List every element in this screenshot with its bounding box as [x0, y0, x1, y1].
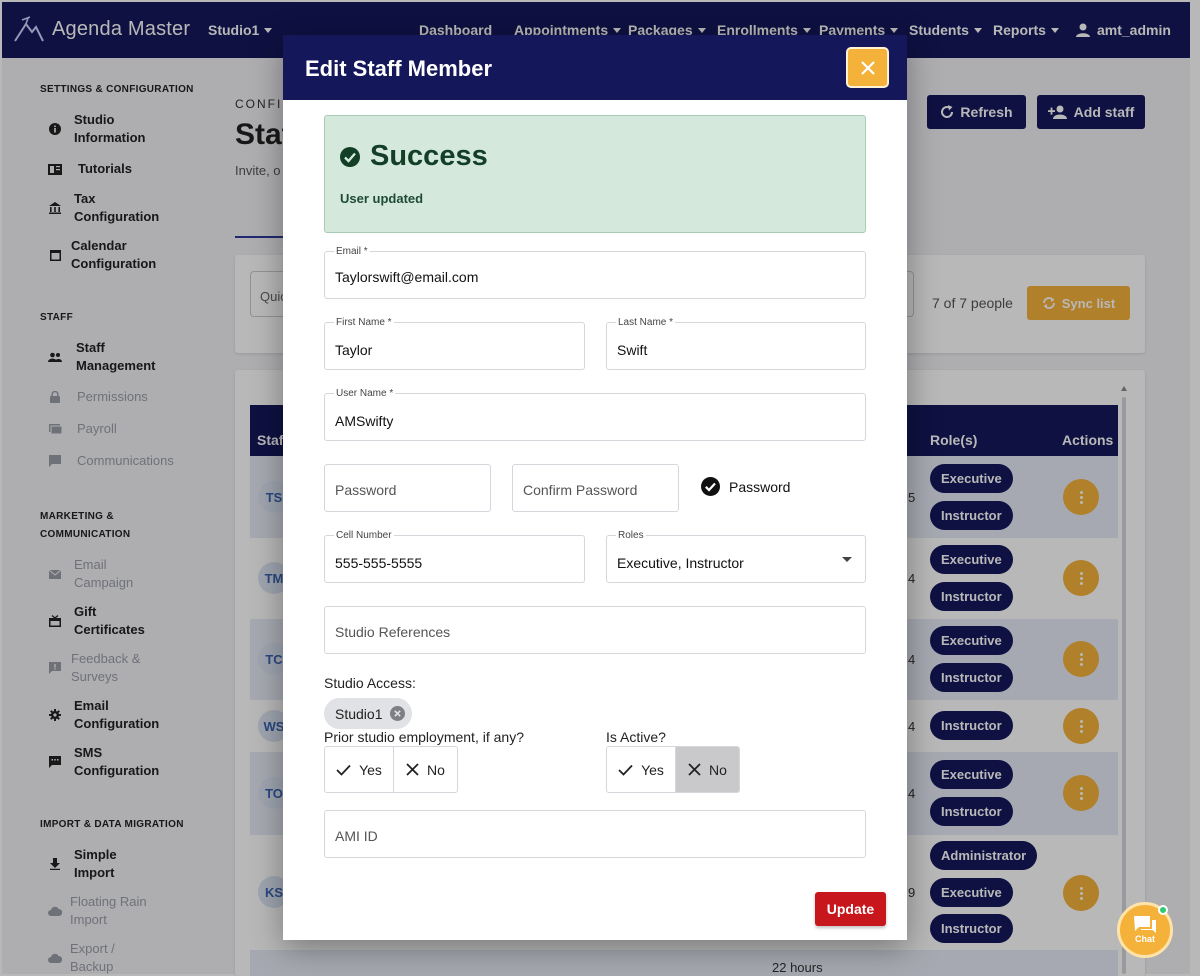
- success-alert: Success User updated: [324, 115, 866, 233]
- modal-title: Edit Staff Member: [305, 56, 493, 81]
- confirm-password-placeholder: Confirm Password: [523, 482, 638, 498]
- studio-references-field[interactable]: Studio References: [324, 606, 866, 654]
- remove-chip-icon[interactable]: [390, 706, 406, 721]
- yes-label: Yes: [641, 761, 664, 778]
- check-icon: [618, 764, 633, 776]
- ami-id-placeholder: AMI ID: [335, 828, 378, 844]
- chevron-down-icon: [842, 557, 852, 562]
- username-field-value: AMSwifty: [335, 413, 394, 429]
- confirm-password-field[interactable]: Confirm Password: [512, 464, 679, 512]
- yes-label: Yes: [359, 761, 382, 778]
- edit-staff-modal: Edit Staff Member Success User updated E…: [283, 35, 907, 940]
- username-field-label: User Name *: [334, 388, 396, 400]
- online-status-dot: [1158, 905, 1168, 915]
- email-field-label: Email *: [334, 246, 370, 258]
- is-active-label: Is Active?: [606, 729, 666, 745]
- cell-number-field[interactable]: Cell Number 555-555-5555: [324, 530, 585, 583]
- show-password-toggle[interactable]: Password: [701, 477, 790, 496]
- studio-access-chip-label: Studio1: [335, 705, 383, 722]
- update-button-label: Update: [826, 901, 875, 917]
- check-circle-icon: [701, 477, 720, 496]
- alert-message: User updated: [340, 191, 424, 206]
- check-circle-icon: [340, 146, 360, 167]
- studio-access-chip: Studio1: [324, 698, 413, 729]
- cell-number-field-label: Cell Number: [334, 530, 394, 542]
- show-password-label: Password: [729, 478, 791, 495]
- roles-select-value: Executive, Instructor: [617, 555, 744, 571]
- is-active-toggle: Yes No: [606, 746, 740, 793]
- studio-access-label: Studio Access:: [324, 675, 416, 691]
- alert-title-text: Success: [370, 140, 488, 172]
- prior-employment-toggle: Yes No: [324, 746, 458, 793]
- roles-select-label: Roles: [616, 530, 646, 542]
- check-icon: [336, 764, 351, 776]
- modal-header: Edit Staff Member: [283, 35, 907, 100]
- roles-select[interactable]: Roles Executive, Instructor: [606, 530, 866, 583]
- no-label: No: [709, 761, 727, 778]
- alert-title: Success: [340, 140, 488, 173]
- prior-employment-label: Prior studio employment, if any?: [324, 729, 524, 745]
- studio-references-placeholder: Studio References: [335, 624, 451, 640]
- first-name-field-value: Taylor: [335, 342, 373, 358]
- prior-employment-no[interactable]: No: [393, 747, 457, 792]
- close-icon: [860, 60, 875, 75]
- close-icon: [688, 763, 701, 776]
- is-active-no[interactable]: No: [675, 747, 739, 792]
- update-button[interactable]: Update: [815, 892, 886, 926]
- first-name-field-label: First Name *: [334, 317, 394, 329]
- cell-number-field-value: 555-555-5555: [335, 555, 423, 571]
- close-button[interactable]: [846, 47, 889, 88]
- last-name-field[interactable]: Last Name * Swift: [606, 317, 866, 370]
- password-placeholder: Password: [335, 482, 397, 498]
- last-name-field-label: Last Name *: [616, 317, 676, 329]
- last-name-field-value: Swift: [617, 342, 648, 358]
- password-field[interactable]: Password: [324, 464, 491, 512]
- prior-employment-yes[interactable]: Yes: [325, 747, 393, 792]
- chat-icon: [1134, 916, 1156, 933]
- no-label: No: [427, 761, 445, 778]
- is-active-yes[interactable]: Yes: [607, 747, 675, 792]
- ami-id-field[interactable]: AMI ID: [324, 810, 866, 858]
- first-name-field[interactable]: First Name * Taylor: [324, 317, 585, 370]
- email-field-value: Taylorswift@email.com: [335, 269, 479, 285]
- username-field[interactable]: User Name * AMSwifty: [324, 388, 866, 441]
- close-icon: [406, 763, 419, 776]
- email-field[interactable]: Email * Taylorswift@email.com: [324, 246, 866, 299]
- chat-button-label: Chat: [1135, 934, 1155, 944]
